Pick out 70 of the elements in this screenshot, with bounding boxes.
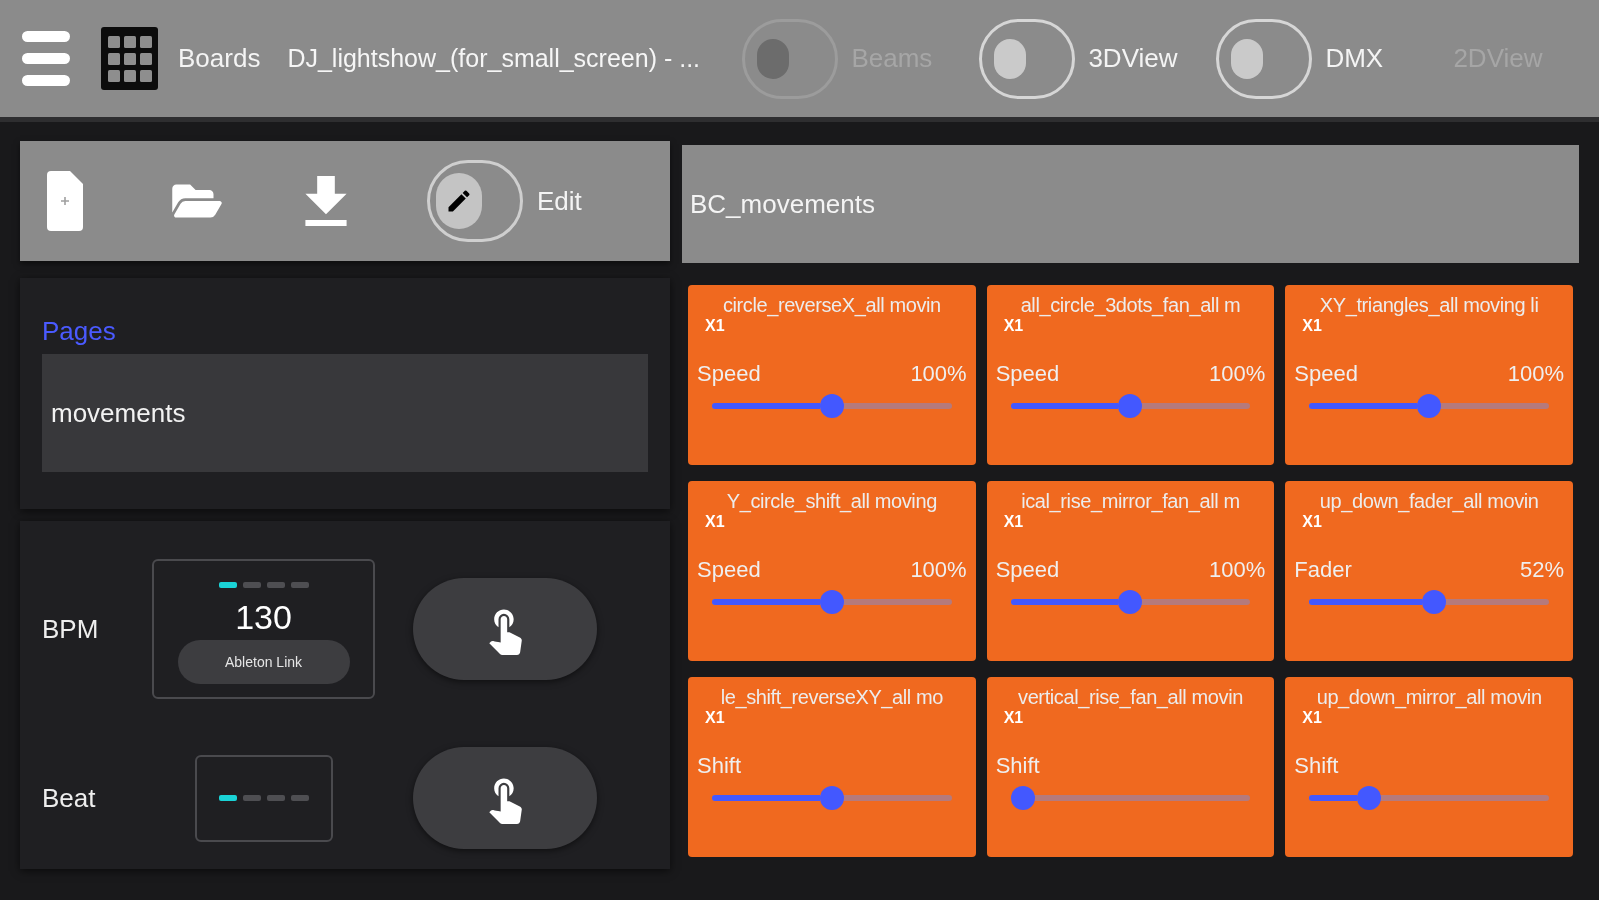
effect-title: up_down_fader_all movin [1319,489,1539,513]
slider-thumb[interactable] [819,590,844,614]
edit-toggle[interactable] [427,160,523,242]
slider-label: Shift [995,753,1040,779]
fixture-label: X1 [1003,709,1024,727]
pages-heading: Pages [42,316,116,346]
slider-thumb[interactable] [1421,590,1446,614]
toggle-switch[interactable] [1216,18,1313,99]
fixture-label: X1 [705,317,725,335]
toggle-label: 3DView [1088,42,1178,75]
effect-title: Y_circle_shift_all moving [726,489,937,513]
slider-label: Speed [995,557,1060,583]
effect-card[interactable]: ical_rise_mirror_fan_all m X1 Speed 100% [986,481,1275,661]
download-icon[interactable] [305,176,347,226]
board-file-title: DJ_lightshow_(for_small_screen) - ... [287,43,701,72]
slider-label: Speed [1294,361,1358,387]
fixture-label: X1 [1302,513,1322,531]
page-item[interactable]: movements [42,354,648,472]
effect-title: up_down_mirror_all movin [1316,685,1542,709]
slider-value: 100% [1507,361,1564,387]
fixture-label: X1 [1003,317,1024,335]
effect-title: XY_triangles_all moving li [1319,293,1539,317]
fixture-label: X1 [705,709,725,727]
toggle-switch[interactable] [979,18,1076,99]
effect-card[interactable]: Y_circle_shift_all moving X1 Speed 100% [688,481,976,661]
slider-label: Shift [1294,753,1339,779]
effect-title: ical_rise_mirror_fan_all m [1021,489,1240,513]
effect-card[interactable]: up_down_fader_all movin X1 Fader 52% [1285,481,1573,661]
slider-thumb[interactable] [1357,786,1382,810]
effect-card[interactable]: circle_reverseX_all movin X1 Speed 100% [688,285,976,465]
slider-label: Speed [995,361,1060,387]
effect-title: le_shift_reverseXY_all mo [720,685,943,709]
effect-title: vertical_rise_fan_all movin [1018,685,1243,709]
slider-value: 100% [1209,557,1266,583]
effect-card[interactable]: all_circle_3dots_fan_all m X1 Speed 100% [986,285,1275,465]
edit-label: Edit [537,184,582,218]
slider-value: 100% [910,361,967,387]
board-title: BC_movements [690,187,875,221]
beat-label: Beat [42,781,97,815]
effect-card[interactable]: vertical_rise_fan_all movin X1 Shift [986,677,1275,857]
effect-card[interactable]: XY_triangles_all moving li X1 Speed 100% [1285,285,1573,465]
slider-thumb[interactable] [1118,590,1143,614]
boards-link[interactable]: Boards [178,39,261,78]
grid-icon[interactable] [101,27,158,90]
effect-card[interactable]: le_shift_reverseXY_all mo X1 Shift [688,677,976,857]
slider-label: Fader [1294,557,1352,583]
toggle-label: DMX [1325,42,1384,75]
slider-thumb[interactable] [819,786,844,810]
slider-value: 52% [1519,557,1564,583]
effect-card[interactable]: up_down_mirror_all movin X1 Shift [1285,677,1573,857]
new-file-icon[interactable] [47,171,83,231]
effect-title: all_circle_3dots_fan_all m [1020,293,1241,317]
slider-thumb[interactable] [819,394,844,418]
slider-label: Shift [697,753,742,779]
slider-thumb[interactable] [1118,394,1143,418]
slider-thumb[interactable] [1010,786,1035,810]
fixture-label: X1 [1302,709,1322,727]
slider-value: 100% [1209,361,1266,387]
slider-label: Speed [697,361,761,387]
fixture-label: X1 [1302,317,1322,335]
slider-label: Speed [697,557,761,583]
fixture-label: X1 [705,513,725,531]
ableton-link-button[interactable]: Ableton Link [177,640,350,684]
slider-value: 100% [910,557,967,583]
slider-thumb[interactable] [1417,394,1442,418]
fixture-label: X1 [1003,513,1024,531]
bpm-value: 130 [235,598,292,636]
bpm-label: BPM [42,612,100,646]
menu-icon[interactable] [22,31,70,86]
effect-title: circle_reverseX_all movin [722,293,941,317]
